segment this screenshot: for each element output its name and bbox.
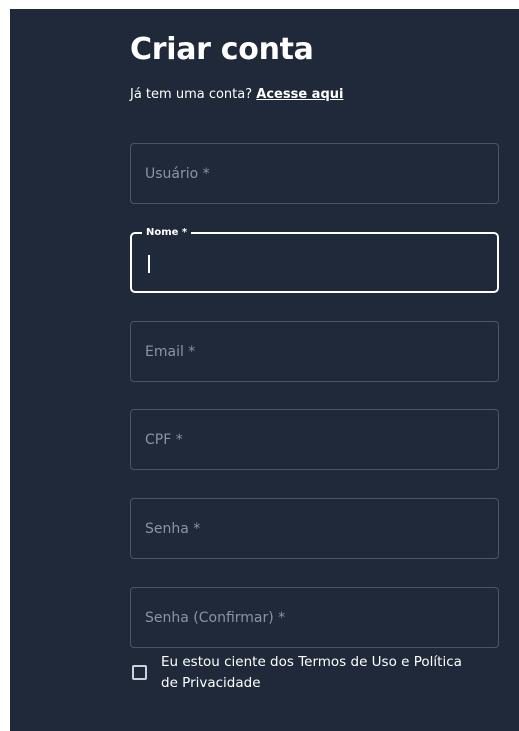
password-field[interactable]: Senha * [130, 498, 499, 559]
cpf-field[interactable]: CPF * [130, 409, 499, 470]
login-link[interactable]: Acesse aqui [256, 87, 343, 102]
login-prompt: Já tem uma conta? Acesse aqui [130, 86, 343, 104]
password-placeholder: Senha * [145, 520, 201, 537]
password-confirm-field[interactable]: Senha (Confirmar) * [130, 587, 499, 648]
email-placeholder: Email * [145, 343, 196, 360]
login-prompt-text: Já tem uma conta? [130, 87, 253, 102]
cpf-placeholder: CPF * [145, 431, 183, 448]
name-field-label: Nome * [142, 226, 192, 240]
terms-label[interactable]: Eu estou ciente dos Termos de Uso e Polí… [161, 652, 481, 694]
terms-checkbox[interactable] [132, 665, 147, 680]
text-cursor [148, 255, 150, 273]
page-title: Criar conta [130, 32, 314, 67]
username-field[interactable]: Usuário * [130, 143, 499, 204]
name-field[interactable]: Nome * [130, 226, 499, 293]
username-placeholder: Usuário * [145, 165, 210, 182]
terms-row: Eu estou ciente dos Termos de Uso e Polí… [130, 651, 490, 695]
password-confirm-placeholder: Senha (Confirmar) * [145, 609, 286, 626]
email-field[interactable]: Email * [130, 321, 499, 382]
